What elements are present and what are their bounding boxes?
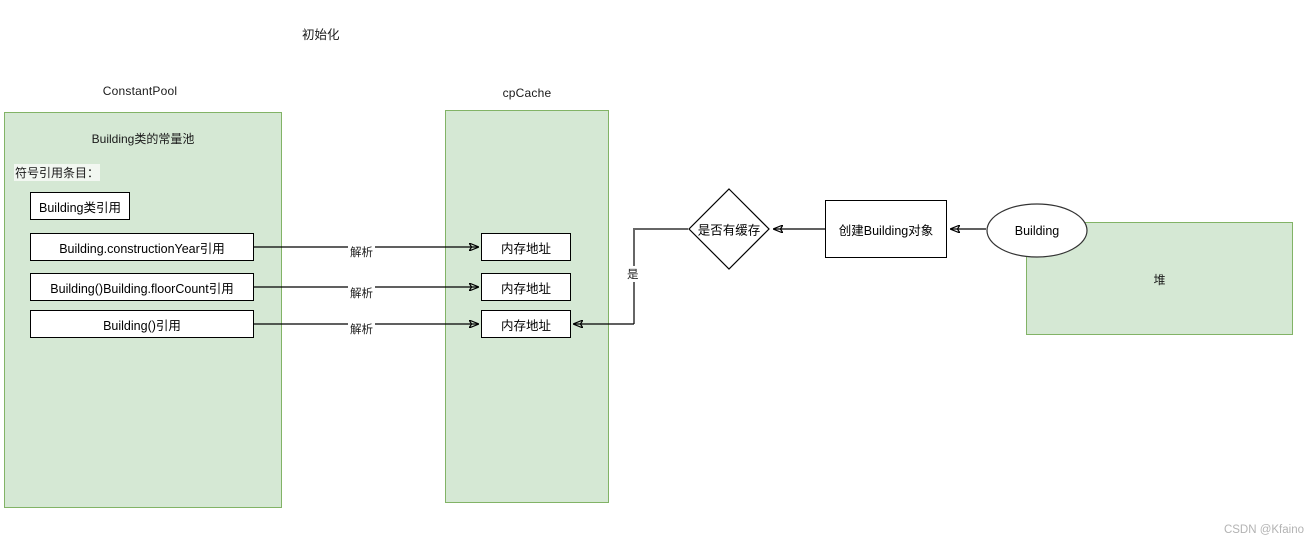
constant-pool-heading: Building类的常量池 xyxy=(91,132,195,146)
constant-pool-entry-1[interactable]: Building.constructionYear引用 xyxy=(30,233,254,261)
edge-label-resolve-2: 解析 xyxy=(348,285,375,301)
constant-pool-sublabel: 符号引用条目： xyxy=(14,164,101,181)
edge-label-yes-branch: 是 xyxy=(626,266,640,282)
edge-label-resolve-3: 解析 xyxy=(348,321,375,337)
page-title: 初始化 xyxy=(302,28,340,42)
constant-pool-entry-0[interactable]: Building类引用 xyxy=(30,192,130,220)
diamond-shape xyxy=(688,188,770,270)
constant-pool-entry-2[interactable]: Building()Building.floorCount引用 xyxy=(30,273,254,301)
edge-yes-branch-path xyxy=(633,228,688,324)
heap-label: 堆 xyxy=(1153,273,1166,287)
region-title-cp-cache: cpCache xyxy=(502,86,552,100)
building-instance-ellipse[interactable]: Building xyxy=(986,203,1088,258)
cp-cache-entry-1[interactable]: 内存地址 xyxy=(481,273,571,301)
diagram-canvas: 初始化 ConstantPool Building类的常量池 符号引用条目： B… xyxy=(0,0,1316,546)
cp-cache-entry-2[interactable]: 内存地址 xyxy=(481,310,571,338)
region-title-constant-pool: ConstantPool xyxy=(102,84,178,98)
watermark: CSDN @Kfaino xyxy=(1223,524,1304,536)
region-cp-cache xyxy=(445,110,609,503)
cp-cache-entry-0[interactable]: 内存地址 xyxy=(481,233,571,261)
ellipse-shape xyxy=(986,203,1088,258)
edge-label-resolve-1: 解析 xyxy=(348,244,375,260)
create-building-object-box[interactable]: 创建Building对象 xyxy=(825,200,947,258)
constant-pool-entry-3[interactable]: Building()引用 xyxy=(30,310,254,338)
decision-has-cache[interactable]: 是否有缓存 xyxy=(688,188,770,270)
